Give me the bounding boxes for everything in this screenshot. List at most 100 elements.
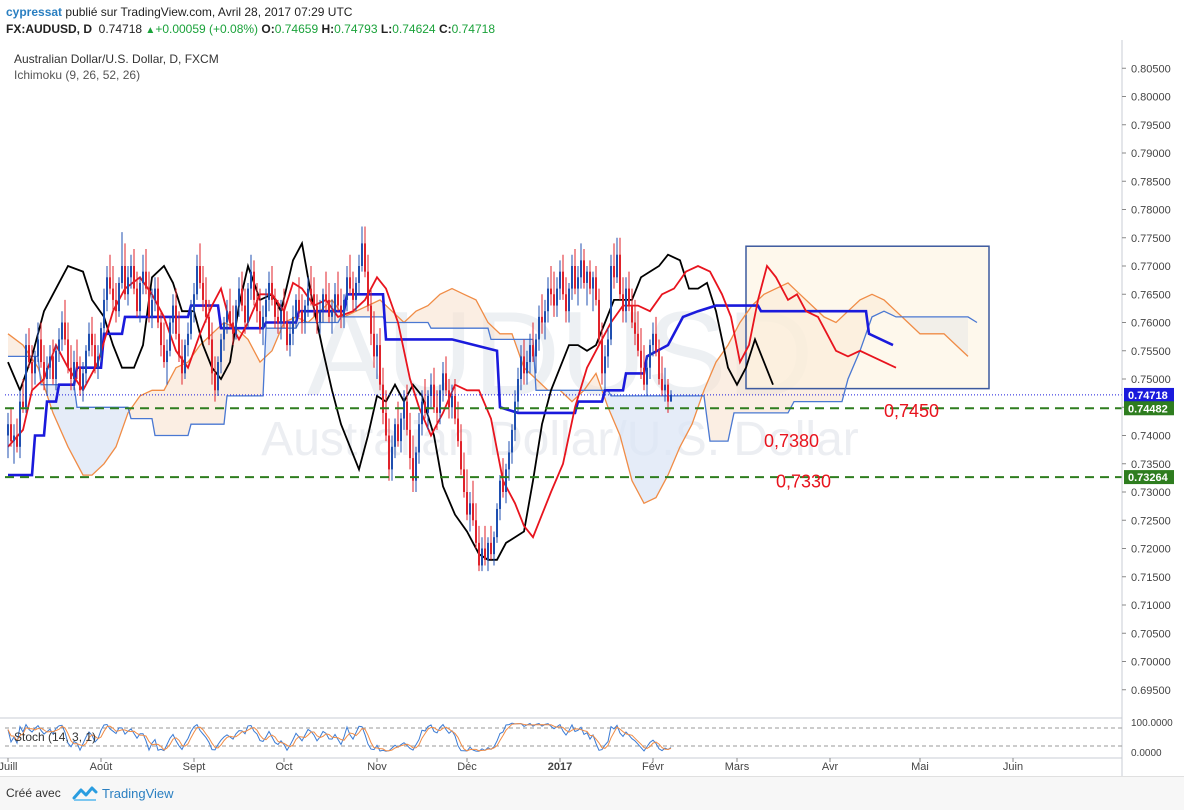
- stoch-tick-label: 100.0000: [1131, 718, 1173, 729]
- candle-bullish: [391, 446, 393, 470]
- price-tick-label: 0.79000: [1131, 148, 1171, 160]
- candle-bullish: [319, 311, 321, 323]
- candle-bullish: [616, 254, 618, 278]
- candle-bearish: [478, 542, 480, 566]
- candle-bullish: [196, 266, 198, 295]
- candle-bullish: [505, 469, 507, 492]
- candle-bearish: [277, 316, 279, 323]
- candle-bearish: [640, 350, 642, 368]
- candle-bearish: [256, 299, 258, 312]
- candle-bullish: [169, 322, 171, 351]
- candle-bullish: [166, 350, 168, 363]
- price-tick-label: 0.72000: [1131, 544, 1171, 556]
- time-tick-label: Juin: [1003, 761, 1023, 773]
- candle-bearish: [628, 288, 630, 306]
- candle-bullish: [571, 266, 573, 289]
- candle-bullish: [7, 424, 9, 436]
- time-tick-label: Mars: [725, 761, 750, 773]
- candle-bullish: [427, 395, 429, 413]
- price-tick-label: 0.73000: [1131, 487, 1171, 499]
- candle-bearish: [70, 367, 72, 379]
- candle-bullish: [217, 362, 219, 391]
- candle-bearish: [52, 356, 54, 379]
- candle-bullish: [430, 384, 432, 396]
- candle-bearish: [433, 384, 435, 408]
- candle-bearish: [244, 305, 246, 323]
- candle-bearish: [136, 288, 138, 312]
- candle-bullish: [304, 305, 306, 323]
- candle-bullish: [514, 401, 516, 430]
- price-tick-label: 0.69500: [1131, 685, 1171, 697]
- candle-bearish: [454, 395, 456, 419]
- candle-bearish: [64, 322, 66, 340]
- stoch-label: Stoch (14, 3, 1): [14, 730, 97, 744]
- candle-bullish: [451, 395, 453, 408]
- candle-bullish: [511, 429, 513, 453]
- candle-bearish: [550, 288, 552, 295]
- candle-bullish: [625, 288, 627, 312]
- candle-bearish: [40, 339, 42, 363]
- candle-bearish: [208, 316, 210, 340]
- candle-bullish: [586, 271, 588, 283]
- indicator-label: Ichimoku (9, 26, 52, 26): [14, 68, 141, 82]
- candle-bearish: [124, 266, 126, 295]
- candle-bullish: [400, 418, 402, 442]
- candle-bearish: [199, 266, 201, 283]
- candle-bearish: [466, 492, 468, 515]
- candle-bullish: [343, 299, 345, 317]
- footer: Créé avec TradingView: [0, 776, 1184, 810]
- candle-bullish: [37, 339, 39, 357]
- candle-bullish: [547, 288, 549, 312]
- candle-bearish: [16, 435, 18, 447]
- candle-bearish: [109, 277, 111, 289]
- stoch-d-line: [7, 723, 672, 752]
- candle-bearish: [409, 429, 411, 459]
- candle-bearish: [76, 362, 78, 368]
- instrument-title: Australian Dollar/U.S. Dollar, D, FXCM: [14, 52, 219, 66]
- candle-bullish: [649, 345, 651, 368]
- candle-bearish: [589, 271, 591, 289]
- price-tick-label: 0.77500: [1131, 233, 1171, 245]
- candle-bearish: [157, 288, 159, 323]
- candle-bearish: [532, 345, 534, 357]
- candle-bullish: [265, 299, 267, 317]
- candle-bullish: [646, 367, 648, 385]
- candle-bullish: [439, 390, 441, 413]
- candle-bearish: [565, 294, 567, 312]
- tradingview-logo-icon: [72, 784, 98, 807]
- candle-bearish: [463, 469, 465, 492]
- candle-bullish: [118, 282, 120, 312]
- candle-bullish: [82, 373, 84, 391]
- candle-bearish: [259, 311, 261, 329]
- price-annotation[interactable]: 0,7330: [776, 471, 831, 491]
- kumo-bearish: [41, 376, 128, 476]
- candle-bearish: [373, 333, 375, 357]
- candle-bearish: [337, 294, 339, 306]
- candle-bullish: [469, 503, 471, 515]
- candle-bearish: [490, 542, 492, 555]
- candle-bullish: [187, 333, 189, 346]
- candle-bullish: [154, 288, 156, 300]
- candle-bearish: [178, 333, 180, 357]
- candle-bearish: [460, 441, 462, 470]
- price-chart[interactable]: AUDUSD Australian Dollar/U.S. Dollar 0,7…: [0, 0, 1184, 776]
- candle-bullish: [559, 271, 561, 289]
- candle-bearish: [253, 271, 255, 300]
- tradingview-link[interactable]: TradingView: [102, 786, 174, 801]
- candle-bullish: [280, 311, 282, 323]
- candle-bullish: [421, 401, 423, 425]
- price-annotation[interactable]: 0,7450: [884, 401, 939, 421]
- price-tick-label: 0.78000: [1131, 205, 1171, 217]
- price-annotation[interactable]: 0,7380: [764, 431, 819, 451]
- candle-bullish: [49, 356, 51, 368]
- candle-bearish: [31, 362, 33, 374]
- candle-bullish: [517, 379, 519, 402]
- candle-bearish: [553, 294, 555, 306]
- candle-bearish: [655, 333, 657, 351]
- price-tick-label: 0.75500: [1131, 346, 1171, 358]
- candle-bullish: [295, 299, 297, 317]
- price-label-text: 0.73264: [1128, 472, 1169, 484]
- price-tick-label: 0.77000: [1131, 261, 1171, 273]
- candle-bearish: [202, 282, 204, 300]
- candle-bullish: [535, 339, 537, 357]
